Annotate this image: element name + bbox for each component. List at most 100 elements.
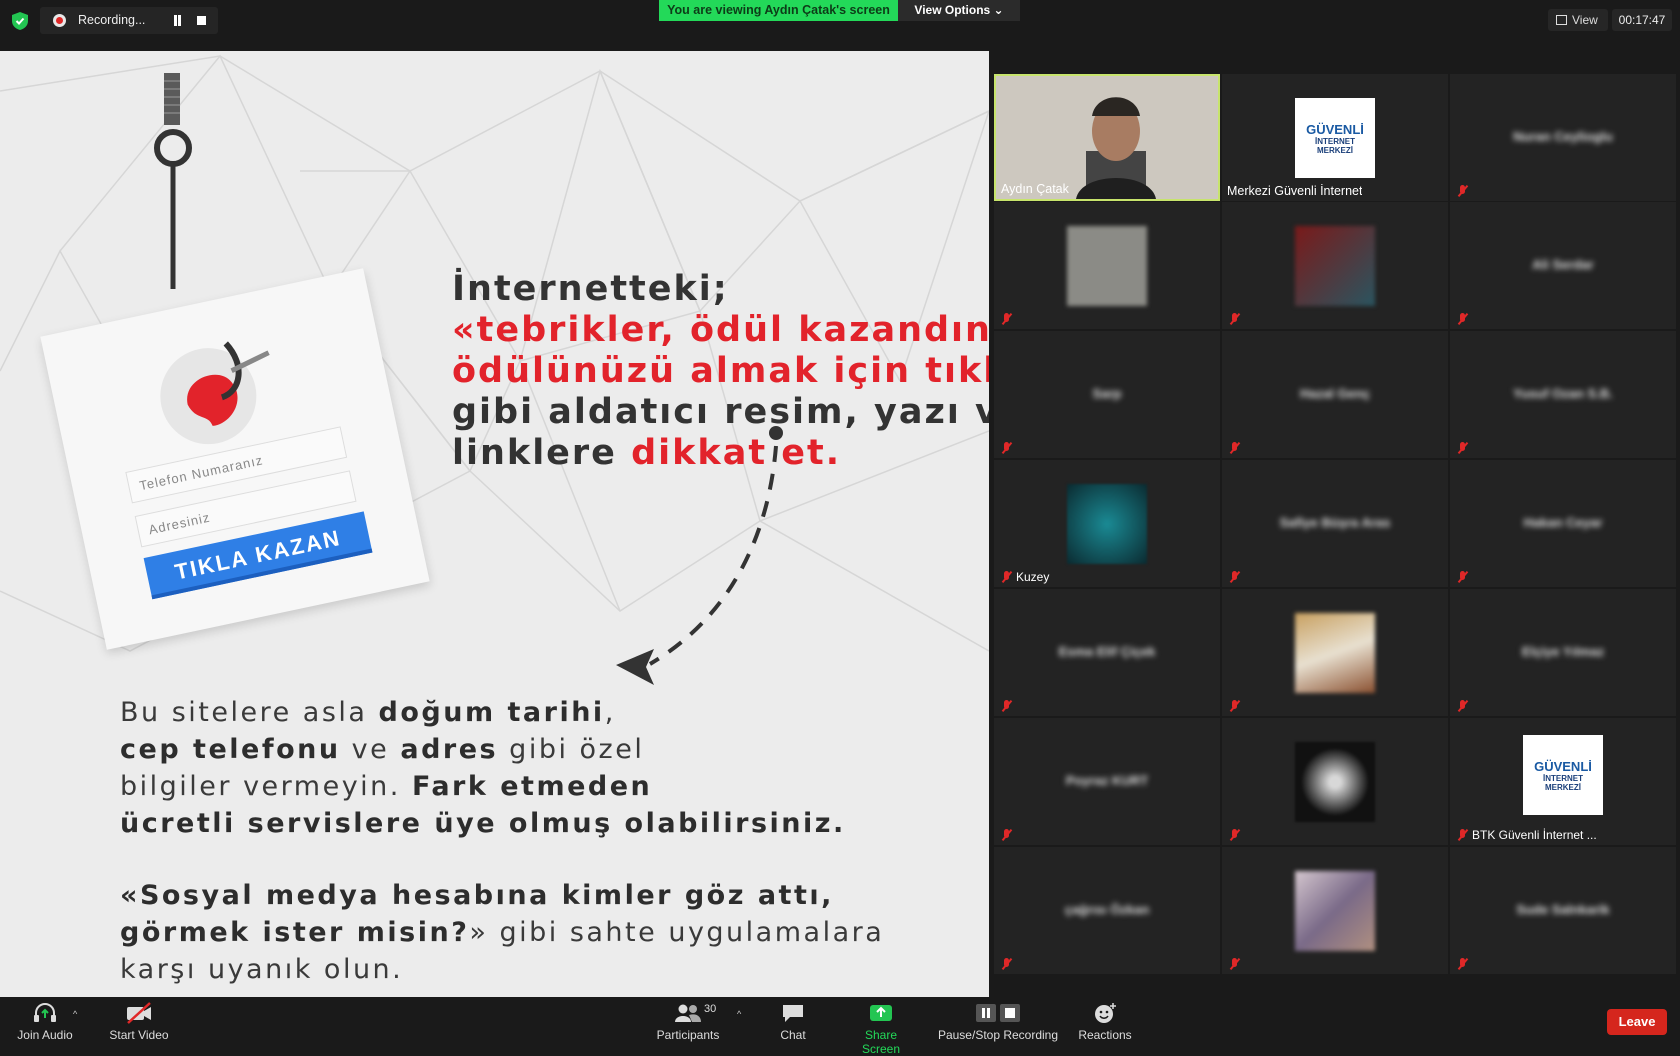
muted-mic-icon: [1000, 829, 1013, 841]
participant-name: Hazal Genç: [1299, 386, 1371, 401]
stop-recording-icon[interactable]: [197, 16, 206, 25]
headline-emphasis: dikkat et.: [631, 433, 842, 473]
paragraph-line: karşı uyanık olun.: [120, 954, 404, 985]
participants-label: Participants: [656, 1028, 720, 1042]
muted-mic-icon: [1456, 313, 1469, 325]
share-screen-label: Share Screen: [861, 1028, 901, 1056]
muted-mic-icon: [1000, 442, 1013, 454]
participant-tile[interactable]: [1222, 718, 1448, 845]
shield-icon[interactable]: [12, 12, 28, 30]
view-button[interactable]: View: [1548, 9, 1608, 31]
participant-tile[interactable]: Safiye Büşra Aras: [1222, 460, 1448, 587]
participant-tile[interactable]: Hazal Genç: [1222, 331, 1448, 458]
participants-count: 30: [704, 1003, 717, 1015]
phishing-card: Telefon Numaranız Adresiniz TIKLA KAZAN: [40, 268, 430, 650]
muted-mic-icon: [1228, 571, 1241, 583]
viewing-screen-banner: You are viewing Aydın Çatak's screen: [659, 0, 898, 21]
paragraph-bold: ücretli servislere üye olmuş olabilirsin…: [120, 808, 846, 839]
meeting-toolbar: Join Audio ^ Start Video Participants 30…: [0, 997, 1680, 1056]
avatar: [1295, 226, 1375, 306]
participant-tile[interactable]: Poyraz KURT: [994, 718, 1220, 845]
pause-stop-recording-button[interactable]: Pause/Stop Recording: [937, 1002, 1059, 1042]
slide-headline: İnternetteki; «tebrikler, ödül kazandını…: [452, 269, 989, 474]
participant-tile[interactable]: Sude Salnkarik: [1450, 847, 1676, 974]
muted-mic-icon: [1456, 442, 1469, 454]
participant-name: Elçiye Yılmaz: [1521, 644, 1605, 659]
muted-mic-icon: [1456, 700, 1469, 712]
paragraph-text: Bu sitelere asla: [120, 697, 379, 728]
paragraph-bold: «Sosyal medya hesabına kimler göz attı,: [120, 880, 834, 911]
participant-tile[interactable]: Hakan Ceyar: [1450, 460, 1676, 587]
participant-name: Merkezi Güvenli İnternet: [1227, 184, 1363, 198]
paragraph-line: cep telefonu ve adres gibi özel: [120, 731, 846, 768]
gim-logo: GÜVENLİ İNTERNET MERKEZİ: [1523, 735, 1603, 815]
share-screen-icon: [870, 1005, 892, 1021]
headline-line: ödülünüzü almak için tıklayın: [452, 351, 989, 391]
participant-gallery: Aydın Çatak GÜVENLİ İNTERNET MERKEZİ Mer…: [990, 51, 1680, 997]
pause-recording-icon[interactable]: [172, 15, 183, 26]
participant-tile[interactable]: Elçiye Yılmaz: [1450, 589, 1676, 716]
logo-text: GÜVENLİ: [1534, 758, 1592, 774]
muted-mic-icon: [1000, 958, 1013, 970]
participant-tile[interactable]: Nuran Ceylioglu: [1450, 74, 1676, 201]
participant-name: Sarp: [1092, 386, 1122, 401]
leave-button[interactable]: Leave: [1607, 1009, 1667, 1035]
paragraph-bold: Fark etmeden: [411, 771, 653, 802]
participant-tile[interactable]: çağrısı Özkan: [994, 847, 1220, 974]
muted-mic-icon: [1000, 313, 1013, 325]
muted-mic-icon: [1000, 571, 1013, 583]
chat-label: Chat: [780, 1028, 806, 1042]
audio-options-caret-icon[interactable]: ^: [73, 1009, 77, 1019]
participant-tile[interactable]: GÜVENLİ İNTERNET MERKEZİ BTK Güvenli İnt…: [1450, 718, 1676, 845]
reactions-button[interactable]: Reactions: [1075, 1002, 1135, 1042]
participants-caret-icon[interactable]: ^: [737, 1009, 741, 1019]
view-label: View: [1572, 13, 1598, 27]
participant-tile[interactable]: [994, 202, 1220, 329]
view-options-button[interactable]: View Options ⌄: [898, 0, 1020, 21]
paragraph-text: gibi özel: [498, 734, 645, 765]
paragraph-text: bilgiler vermeyin.: [120, 771, 412, 802]
muted-mic-icon: [1228, 442, 1241, 454]
paragraph-bold: cep telefonu: [120, 734, 341, 765]
participant-name: Ali Serdar: [1532, 257, 1594, 272]
headline-line: «tebrikler, ödül kazandınız.: [452, 310, 989, 350]
paragraph-bold: görmek ister misin?: [120, 917, 470, 948]
participant-tile[interactable]: Esma Elif Çiçek: [994, 589, 1220, 716]
participant-tile[interactable]: Sarp: [994, 331, 1220, 458]
recording-indicator: Recording...: [40, 7, 218, 34]
participant-tile[interactable]: [1222, 202, 1448, 329]
headline-line: gibi aldatıcı resim, yazı ve: [452, 392, 989, 432]
paragraph-text: ,: [604, 697, 616, 728]
logo-text: MERKEZİ: [1545, 782, 1581, 792]
participant-tile[interactable]: GÜVENLİ İNTERNET MERKEZİ Merkezi Güvenli…: [1222, 74, 1448, 201]
recording-label: Recording...: [78, 13, 146, 27]
fish-hook-icon: [160, 341, 270, 445]
warning-paragraph-2: «Sosyal medya hesabına kimler göz attı, …: [120, 877, 884, 988]
participant-tile[interactable]: Ali Serdar: [1450, 202, 1676, 329]
muted-mic-icon: [1228, 700, 1241, 712]
participant-tile[interactable]: Yusuf Ozan S.B.: [1450, 331, 1676, 458]
paragraph-line: bilgiler vermeyin. Fark etmeden: [120, 768, 846, 805]
paragraph-text: » gibi sahte uygulamalara: [469, 917, 885, 948]
join-audio-label: Join Audio: [17, 1028, 73, 1042]
participant-tile-active-speaker[interactable]: Aydın Çatak: [994, 74, 1220, 201]
paragraph-text: ve: [340, 734, 401, 765]
join-audio-button[interactable]: Join Audio: [14, 1002, 76, 1042]
participant-tile[interactable]: [1222, 589, 1448, 716]
pause-stop-label: Pause/Stop Recording: [937, 1028, 1059, 1042]
start-video-button[interactable]: Start Video: [104, 1002, 174, 1042]
share-screen-button[interactable]: Share Screen: [845, 1002, 917, 1056]
paragraph-line: Bu sitelere asla doğum tarihi,: [120, 694, 846, 731]
video-off-icon: [127, 1002, 151, 1024]
participant-tile[interactable]: Kuzey: [994, 460, 1220, 587]
muted-mic-icon: [1228, 313, 1241, 325]
participant-name: Esma Elif Çiçek: [1058, 644, 1156, 659]
chat-icon: [783, 1005, 803, 1022]
participant-name: Hakan Ceyar: [1523, 515, 1603, 530]
reactions-icon: [1095, 1003, 1116, 1023]
participants-icon: [675, 1004, 701, 1022]
muted-mic-icon: [1456, 829, 1469, 841]
chat-button[interactable]: Chat: [766, 1002, 820, 1042]
logo-text: GÜVENLİ: [1306, 121, 1364, 137]
participant-tile[interactable]: [1222, 847, 1448, 974]
